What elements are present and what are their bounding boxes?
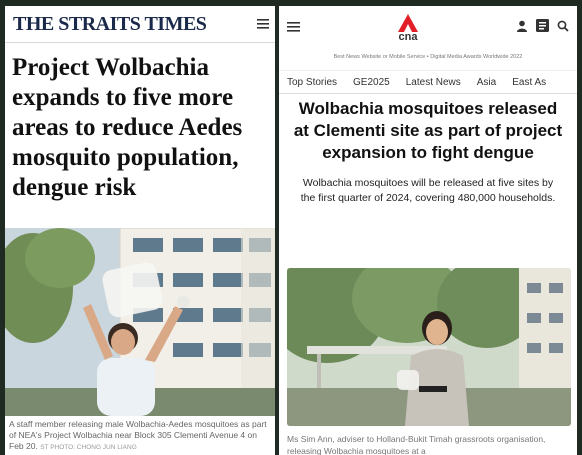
tab-top-stories[interactable]: Top Stories	[287, 77, 337, 88]
article-photo	[5, 228, 275, 416]
article-photo	[287, 268, 571, 426]
user-icon[interactable]	[516, 19, 528, 37]
cna-logo-mark-icon	[398, 14, 418, 32]
award-banner: Best News Website or Mobile Service • Di…	[333, 54, 523, 60]
photo-caption: Ms Sim Ann, adviser to Holland-Bukit Tim…	[287, 434, 546, 455]
article-headline: Project Wolbachia expands to five more a…	[12, 54, 243, 201]
tab-ge2025[interactable]: GE2025	[353, 77, 390, 88]
st-logo[interactable]: THE STRAITS TIMES	[13, 13, 207, 36]
tab-east-asia[interactable]: East As	[512, 77, 546, 88]
tab-latest-news[interactable]: Latest News	[406, 77, 461, 88]
tab-asia[interactable]: Asia	[477, 77, 496, 88]
cna-logo-text: cna	[398, 31, 418, 43]
article-subheadline: Wolbachia mosquitoes will be released at…	[300, 177, 556, 204]
photo-credit: ST PHOTO: CHONG JUN LIANG	[40, 444, 137, 451]
straits-times-article: THE STRAITS TIMES Project Wolbachia expa…	[5, 6, 275, 455]
hamburger-menu-icon[interactable]	[257, 17, 269, 31]
grid-icon[interactable]	[536, 19, 549, 37]
cna-logo[interactable]: cna	[397, 13, 419, 43]
st-header: THE STRAITS TIMES	[5, 6, 275, 43]
section-tabs: Top Stories GE2025 Latest News Asia East…	[279, 70, 577, 94]
cna-article: cna Best News Website or Mobile Service …	[279, 6, 577, 455]
hamburger-menu-icon[interactable]	[287, 19, 300, 37]
cna-header: cna	[279, 6, 577, 50]
search-icon[interactable]	[557, 19, 569, 37]
header-actions	[516, 19, 569, 37]
photo-caption: A staff member releasing male Wolbachia-…	[9, 419, 271, 453]
article-headline: Wolbachia mosquitoes released at Clement…	[293, 99, 563, 162]
